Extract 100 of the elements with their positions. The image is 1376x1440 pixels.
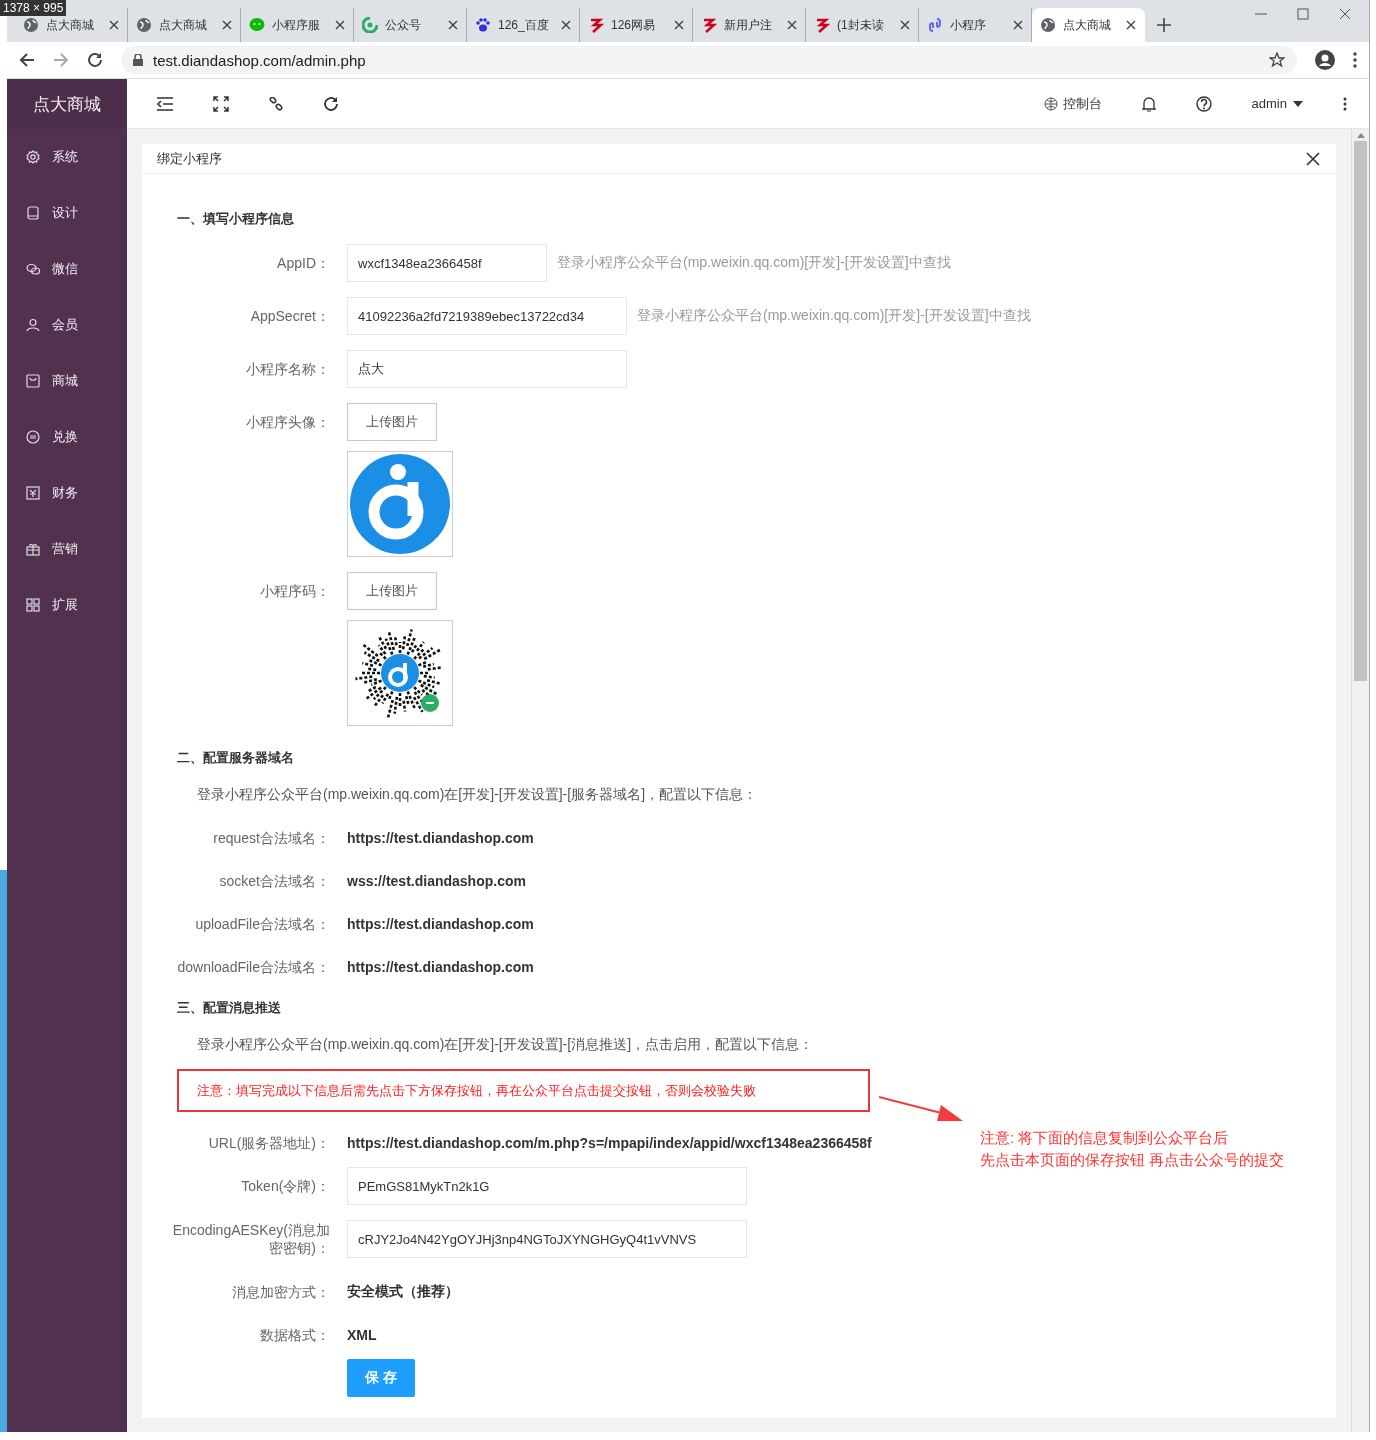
close-icon [787, 20, 797, 30]
sidebar-item[interactable]: 兑换 [7, 409, 127, 465]
paw-icon [475, 17, 491, 33]
person-icon [26, 318, 40, 332]
sidebar-item[interactable]: 微信 [7, 241, 127, 297]
address-bar[interactable]: test.diandashop.com/admin.php [121, 46, 1297, 74]
field-label: 小程序头像： [245, 413, 330, 431]
field-value: https://test.diandashop.com [347, 916, 534, 932]
field-label: AppSecret： [249, 307, 330, 325]
sidebar-item[interactable]: 财务 [7, 465, 127, 521]
close-icon [674, 20, 684, 30]
kebab-menu-icon [1353, 52, 1357, 68]
gift-icon [26, 542, 40, 556]
back-arrow-icon [19, 52, 35, 68]
maximize-icon [1297, 8, 1309, 20]
console-link[interactable]: 控制台 [1043, 94, 1102, 113]
field-label: socket合法域名： [218, 872, 330, 890]
symbol-icon [701, 17, 717, 33]
kebab-menu-icon [1343, 96, 1347, 111]
field-value: https://test.diandashop.com [347, 959, 534, 975]
field-value: 安全模式（推荐） [347, 1283, 459, 1301]
grid-icon [26, 598, 40, 612]
scrollbar-thumb[interactable] [1354, 141, 1367, 681]
upload-button[interactable]: 上传图片 [347, 403, 437, 441]
hint-text: 登录小程序公众平台(mp.weixin.qq.com)[开发]-[开发设置]中查找 [637, 307, 1031, 325]
globe-icon [23, 17, 39, 33]
symbol-icon [588, 17, 604, 33]
field-label: uploadFile合法域名： [194, 915, 330, 933]
bell-icon [1141, 95, 1156, 112]
annotation-text: 注意: 将下面的信息复制到公众平台后 先点击本页面的保存按钮 再点击公众号的提交 [980, 1128, 1285, 1170]
help-icon [1195, 95, 1212, 112]
input-field[interactable]: PEmGS81MykTn2k1G [347, 1167, 747, 1205]
user-menu[interactable]: admin [1251, 96, 1303, 111]
upload-button[interactable]: 上传图片 [347, 572, 437, 610]
field-label: request合法域名： [212, 829, 330, 847]
caret-icon [1293, 100, 1303, 107]
globe-icon [136, 17, 152, 33]
input-field[interactable]: 点大 [347, 350, 627, 388]
field-value: https://test.diandashop.com/m.php?s=/mpapi/index/appid/wxcf1348ea2366458f [347, 1135, 872, 1151]
sidebar-item[interactable]: 设计 [7, 185, 127, 241]
close-icon [448, 20, 458, 30]
field-label: 数据格式： [259, 1326, 330, 1344]
refresh-icon [323, 95, 339, 112]
close-icon [222, 20, 232, 30]
field-label: EncodingAESKey(消息加密密钥)： [171, 1221, 330, 1257]
instruction-text: 登录小程序公众平台(mp.weixin.qq.com)在[开发]-[开发设置]-[消息推送]，点击启用，配置以下信息： [197, 1035, 815, 1054]
field-value: XML [347, 1327, 377, 1343]
sidebar-item[interactable]: 会员 [7, 297, 127, 353]
tablet-icon [26, 206, 40, 220]
symbol-icon [814, 17, 830, 33]
field-label: Token(令牌)： [240, 1177, 330, 1195]
field-label: 小程序名称： [245, 360, 330, 378]
star-icon [1269, 52, 1285, 68]
close-icon [1013, 20, 1023, 30]
section-heading: 一、填写小程序信息 [177, 210, 295, 228]
profile-icon [1315, 50, 1335, 70]
close-icon [561, 20, 571, 30]
input-field[interactable]: wxcf1348ea2366458f [347, 244, 547, 282]
bag-icon [26, 374, 40, 388]
brand-title: 点大商城 [7, 79, 127, 129]
scroll-up-icon [1356, 133, 1365, 138]
link-icon [269, 96, 283, 111]
section-heading: 三、配置消息推送 [177, 999, 282, 1017]
sidebar-item[interactable]: 商城 [7, 353, 127, 409]
browser-tab[interactable]: 点大商城 [1032, 8, 1145, 42]
field-label: 小程序码： [259, 582, 330, 600]
fullscreen-icon [213, 95, 229, 112]
instruction-text: 登录小程序公众平台(mp.weixin.qq.com)在[开发]-[开发设置]-[服务器域名]，配置以下信息： [197, 785, 759, 804]
sidebar-item[interactable]: 营销 [7, 521, 127, 577]
close-icon [335, 20, 345, 30]
field-label: downloadFile合法域名： [176, 958, 330, 976]
input-field[interactable]: cRJY2Jo4N42YgOYJHj3np4NGToJXYNGHGyQ4t1vVNVS [347, 1220, 747, 1258]
close-icon [1339, 8, 1351, 20]
lock-icon [133, 54, 143, 66]
field-label: AppID： [276, 254, 330, 272]
globe-icon [1040, 17, 1056, 33]
close-icon[interactable] [1306, 151, 1320, 166]
modal-title: 绑定小程序 [157, 149, 222, 168]
hint-text: 登录小程序公众平台(mp.weixin.qq.com)[开发]-[开发设置]中查找 [557, 254, 951, 272]
input-field[interactable]: 41092236a2fd7219389ebec13722cd34 [347, 297, 627, 335]
size-label: 1378 × 995 [0, 0, 67, 16]
field-value: https://test.diandashop.com [347, 830, 534, 846]
field-label: URL(服务器地址)： [207, 1134, 330, 1152]
field-value: wss://test.diandashop.com [347, 873, 526, 889]
sidebar-item[interactable]: 扩展 [7, 577, 127, 633]
field-label: 消息加密方式： [231, 1283, 330, 1301]
chat-bubbles-icon [26, 262, 40, 276]
gear-icon [26, 150, 40, 164]
chat-bubble-icon [249, 17, 265, 33]
link-icon [927, 17, 943, 33]
section-heading: 二、配置服务器域名 [177, 749, 295, 767]
coin-icon [26, 430, 40, 444]
sidebar-item[interactable]: 系统 [7, 129, 127, 185]
globe-icon [1043, 96, 1058, 111]
close-icon [900, 20, 910, 30]
swirl-icon [362, 17, 378, 33]
close-icon [109, 20, 119, 30]
forward-arrow-icon [53, 52, 69, 68]
ledger-icon [26, 486, 40, 500]
close-icon [1126, 20, 1136, 30]
